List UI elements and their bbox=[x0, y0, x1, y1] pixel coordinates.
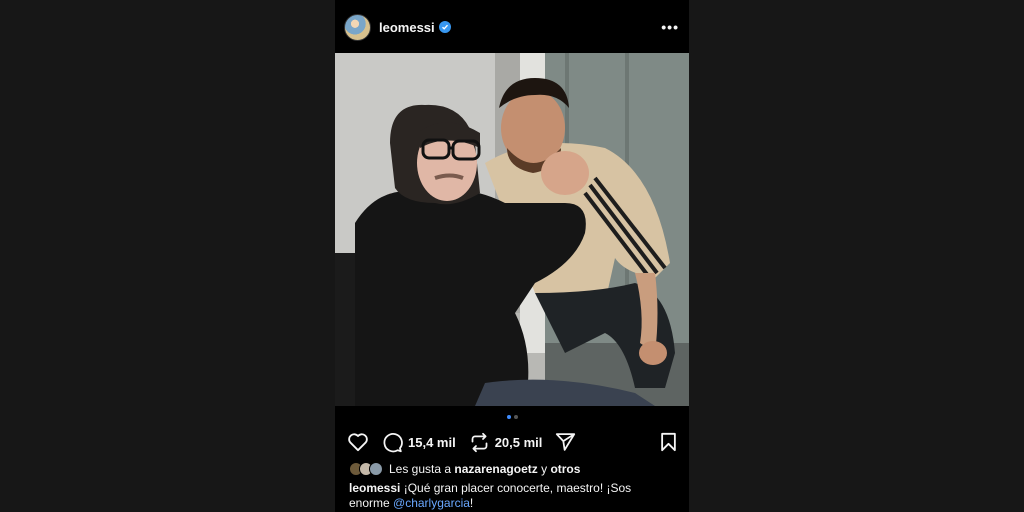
liked-by[interactable]: Les gusta a nazarenagoetz y otros bbox=[349, 462, 580, 476]
post-caption: leomessi ¡Qué gran placer conocerte, mae… bbox=[349, 481, 669, 511]
post-photo[interactable] bbox=[335, 53, 689, 406]
share-button[interactable] bbox=[555, 432, 576, 452]
repost-count: 20,5 mil bbox=[494, 434, 543, 450]
likes-prefix: Les gusta a bbox=[389, 462, 452, 476]
comment-button[interactable]: 15,4 mil bbox=[382, 432, 456, 453]
comment-icon bbox=[383, 432, 403, 452]
instagram-post: leomessi ••• 15,4 mil 20,5 mil Les gusta… bbox=[335, 0, 689, 512]
bookmark-icon bbox=[661, 432, 676, 452]
liked-avatars bbox=[349, 462, 383, 476]
avatar[interactable] bbox=[344, 13, 371, 41]
repost-icon bbox=[471, 432, 488, 452]
carousel-dot bbox=[506, 415, 511, 419]
likes-others[interactable]: otros bbox=[550, 462, 580, 476]
carousel-indicator bbox=[335, 415, 689, 419]
heart-icon bbox=[348, 433, 368, 452]
comment-count: 15,4 mil bbox=[408, 434, 456, 450]
save-button[interactable] bbox=[660, 432, 677, 457]
carousel-dot bbox=[513, 415, 518, 419]
post-header: leomessi ••• bbox=[335, 0, 689, 54]
action-bar: 15,4 mil 20,5 mil bbox=[347, 430, 677, 454]
caption-mention[interactable]: @charlygarcia bbox=[393, 496, 470, 510]
verified-badge-icon bbox=[438, 21, 451, 33]
username[interactable]: leomessi bbox=[379, 20, 435, 35]
caption-username[interactable]: leomessi bbox=[349, 481, 400, 495]
more-options-icon[interactable]: ••• bbox=[661, 19, 679, 35]
avatar bbox=[369, 462, 383, 476]
caption-suffix: ! bbox=[469, 496, 474, 510]
likes-connector: y bbox=[541, 462, 548, 476]
like-button[interactable] bbox=[347, 432, 369, 452]
repost-button[interactable]: 20,5 mil bbox=[469, 432, 543, 453]
send-icon bbox=[556, 433, 576, 451]
likes-user[interactable]: nazarenagoetz bbox=[454, 462, 537, 476]
